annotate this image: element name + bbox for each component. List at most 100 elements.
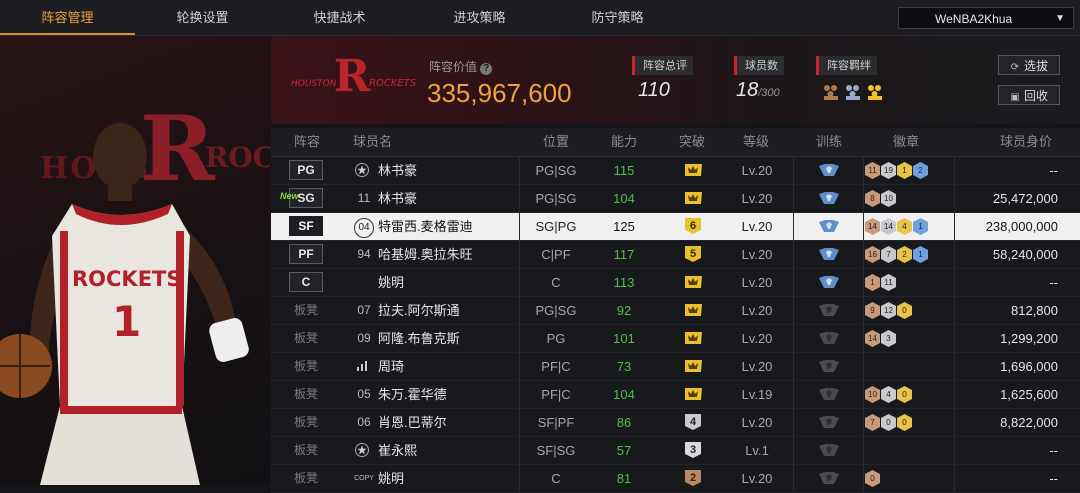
badge-icon[interactable]: 4 [881, 386, 896, 403]
rockets-logo-icon: R HOUSTON ROCKETS [291, 51, 417, 102]
player-name[interactable]: 肖恩.巴蒂尔 [378, 409, 447, 436]
badge-icon[interactable]: 12 [881, 302, 896, 319]
col-slot: 阵容 [293, 134, 320, 149]
recycle-icon: ▣ [1010, 92, 1020, 103]
player-count-label: 球员数 [734, 56, 784, 75]
svg-text:ROCKETS: ROCKETS [369, 78, 417, 89]
tab-offense-strategy[interactable]: 进攻策略 [412, 0, 547, 35]
player-ability: 117 [613, 247, 635, 262]
badge-icon[interactable]: 16 [865, 246, 880, 263]
player-ability: 115 [613, 163, 635, 178]
training-inactive-icon[interactable] [818, 415, 840, 430]
crown-icon [685, 388, 702, 400]
training-active-icon[interactable] [818, 275, 840, 290]
bench-slot: 板凳 [293, 387, 318, 401]
badge-icon[interactable]: 1 [897, 162, 912, 179]
new-tag: New [280, 191, 299, 201]
badge-icon[interactable]: 0 [897, 302, 912, 319]
badge-icon[interactable]: 0 [881, 414, 896, 431]
select-players-button[interactable]: ⟳ 选拔 [998, 55, 1060, 75]
player-level: Lv.20 [741, 163, 773, 178]
badge-icon[interactable]: 14 [881, 218, 896, 235]
badge-icon[interactable]: 3 [881, 330, 896, 347]
jersey-number: 06 [357, 415, 371, 429]
badge-icon[interactable]: 7 [865, 414, 880, 431]
star-icon [355, 443, 369, 457]
player-name[interactable]: 姚明 [378, 465, 404, 492]
badge-icon[interactable]: 7 [881, 246, 896, 263]
table-row[interactable]: SF 04 特雷西.麦格雷迪 SG|PG 125 6 Lv.20 14 14 4 1 238,000,… [271, 213, 1080, 241]
player-name[interactable]: 哈基姆.奥拉朱旺 [378, 241, 473, 268]
bond-icons[interactable] [821, 82, 891, 107]
badge-icon[interactable]: 11 [881, 274, 896, 291]
badge-icon[interactable]: 10 [865, 386, 880, 403]
badge-icon[interactable]: 11 [865, 162, 880, 179]
player-name[interactable]: 特雷西.麦格雷迪 [378, 213, 473, 240]
training-active-icon[interactable] [818, 219, 840, 234]
badge-icon[interactable]: 4 [897, 218, 912, 235]
badge-icon[interactable]: 9 [865, 302, 880, 319]
player-name[interactable]: 阿隆.布鲁克斯 [378, 325, 460, 352]
training-active-icon[interactable] [818, 163, 840, 178]
player-worth: 812,800 [1011, 303, 1058, 318]
badge-icon[interactable]: 0 [897, 414, 912, 431]
training-active-icon[interactable] [818, 191, 840, 206]
training-inactive-icon[interactable] [818, 387, 840, 402]
badge-icon[interactable]: 14 [865, 218, 880, 235]
player-name[interactable]: 朱万.霍华德 [378, 381, 447, 408]
user-dropdown[interactable]: WeNBA2Khua ▼ [898, 7, 1074, 29]
training-inactive-icon[interactable] [818, 331, 840, 346]
player-name[interactable]: 崔永熙 [378, 437, 417, 464]
badge-icon[interactable]: 2 [913, 162, 928, 179]
table-row[interactable]: 板凳 COPY 姚明 C 81 2 Lv.20 0 -- [271, 465, 1080, 493]
table-row[interactable]: 板凳 06 肖恩.巴蒂尔 SF|PF 86 4 Lv.20 7 0 0 8,822,000 [271, 409, 1080, 437]
training-active-icon[interactable] [818, 247, 840, 262]
player-name[interactable]: 林书豪 [378, 185, 417, 212]
player-ability: 86 [616, 415, 632, 430]
tab-quick-tactics[interactable]: 快捷战术 [272, 0, 407, 35]
badge-icon[interactable]: 10 [881, 190, 896, 207]
badge-icon[interactable]: 1 [913, 246, 928, 263]
player-position: C [551, 471, 561, 486]
player-name[interactable]: 拉夫.阿尔斯通 [378, 297, 460, 324]
badge-icon[interactable]: 8 [865, 190, 880, 207]
lineup-summary-panel: R HOUSTON ROCKETS 阵容价值 ? 335,967,600 阵容总… [271, 36, 1080, 124]
table-row[interactable]: 板凳 崔永熙 SF|SG 57 3 Lv.1 -- [271, 437, 1080, 465]
player-name[interactable]: 林书豪 [378, 157, 417, 184]
jersey-number: 04 [351, 213, 377, 240]
badge-icon[interactable]: 2 [897, 246, 912, 263]
badge-icon[interactable]: 14 [865, 330, 880, 347]
player-position: PG|SG [535, 303, 577, 318]
player-name[interactable]: 姚明 [378, 269, 404, 296]
table-row[interactable]: PF 94 哈基姆.奥拉朱旺 C|PF 117 5 Lv.20 16 7 2 1 58,240,000 [271, 241, 1080, 269]
training-inactive-icon[interactable] [818, 359, 840, 374]
tab-lineup-management[interactable]: 阵容管理 [0, 0, 135, 35]
training-inactive-icon[interactable] [818, 471, 840, 486]
badge-icon[interactable]: 19 [881, 162, 896, 179]
training-inactive-icon[interactable] [818, 443, 840, 458]
table-row[interactable]: 板凳 周琦 PF|C 73 Lv.20 1,696,000 [271, 353, 1080, 381]
help-icon[interactable]: ? [480, 63, 493, 75]
tab-defense-strategy[interactable]: 防守策略 [550, 0, 685, 35]
jersey-number: 94 [357, 247, 371, 261]
badge-icon[interactable]: 0 [865, 470, 880, 487]
bench-slot: 板凳 [293, 443, 318, 457]
table-row[interactable]: C 姚明 C 113 Lv.20 1 11 -- [271, 269, 1080, 297]
player-level: Lv.20 [741, 219, 773, 234]
badge-icon[interactable]: 0 [897, 386, 912, 403]
player-worth: 25,472,000 [992, 191, 1058, 206]
player-level: Lv.20 [741, 471, 773, 486]
table-row[interactable]: 板凳 05 朱万.霍华德 PF|C 104 Lv.19 10 4 0 1,625,600 [271, 381, 1080, 409]
table-row[interactable]: SG New 11 林书豪 PG|SG 104 Lv.20 8 10 25,472,000 [271, 185, 1080, 213]
table-row[interactable]: 板凳 09 阿隆.布鲁克斯 PG 101 Lv.20 14 3 1,299,200 [271, 325, 1080, 353]
tab-rotation-settings[interactable]: 轮换设置 [135, 0, 270, 35]
badge-icon[interactable]: 1 [913, 218, 928, 235]
player-name[interactable]: 周琦 [378, 353, 404, 380]
training-inactive-icon[interactable] [818, 303, 840, 318]
recycle-button[interactable]: ▣ 回收 [998, 85, 1060, 105]
crown-icon [685, 304, 702, 316]
table-row[interactable]: 板凳 07 拉夫.阿尔斯通 PG|SG 92 Lv.20 9 12 0 812,800 [271, 297, 1080, 325]
table-row[interactable]: PG 林书豪 PG|SG 115 Lv.20 11 19 1 2 -- [271, 157, 1080, 185]
crown-icon [685, 360, 702, 372]
badge-icon[interactable]: 1 [865, 274, 880, 291]
